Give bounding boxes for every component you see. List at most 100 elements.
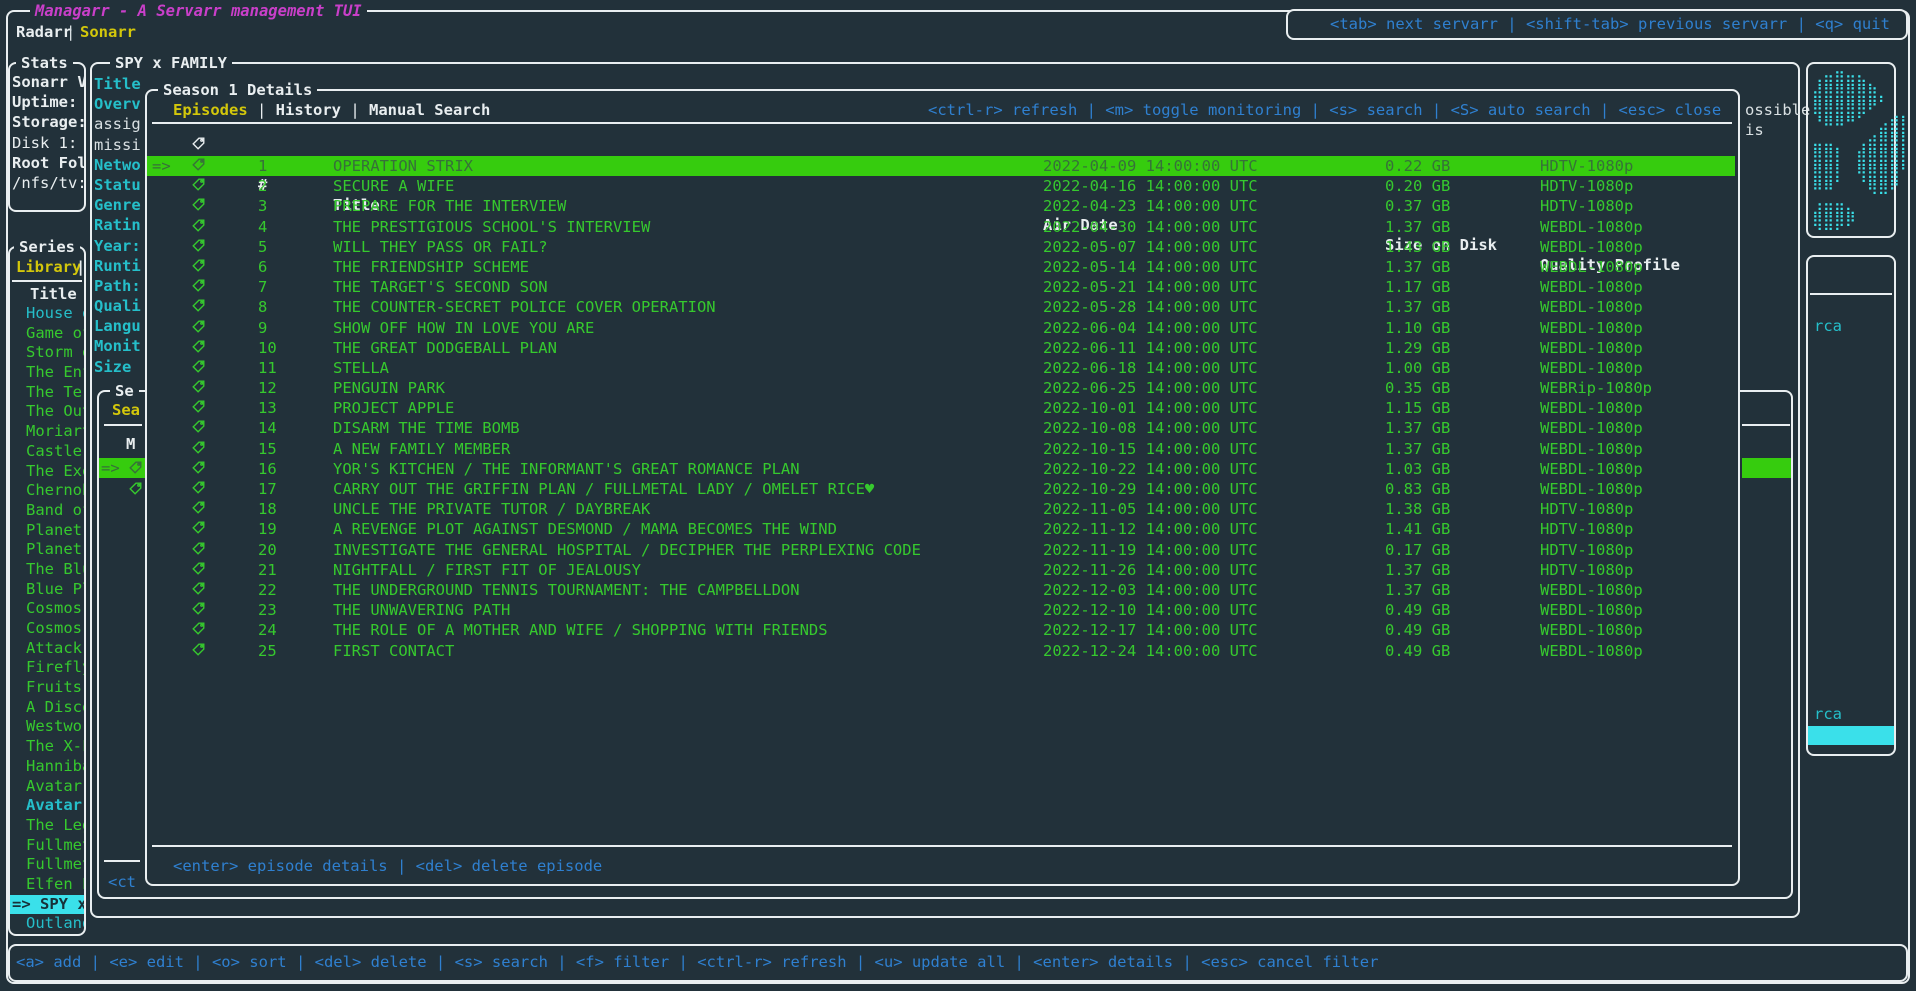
stats-line: Sonarr Ver <box>12 72 84 92</box>
series-list-item[interactable]: The Exo <box>10 462 84 482</box>
season-details-tab-fragment[interactable]: Sea <box>112 400 140 420</box>
series-list-item[interactable]: Elfen L <box>10 875 84 895</box>
episode-title: PROJECT APPLE <box>333 398 454 418</box>
right-list-selected-item[interactable] <box>1808 726 1894 745</box>
series-list-item[interactable]: => SPY x F <box>10 895 84 915</box>
tab-episodes[interactable]: Episodes <box>173 101 248 119</box>
series-list-item[interactable]: Avatar: <box>10 777 84 797</box>
episode-title: UNCLE THE PRIVATE TUTOR / DAYBREAK <box>333 499 650 519</box>
stats-line: Uptime: 17 <box>12 92 84 112</box>
episode-row[interactable]: 25FIRST CONTACT2022-12-24 14:00:00 UTC0.… <box>147 641 1735 661</box>
logo-art-line: ⣾⣿⣿⣿⣿⣿⡄⠀⠀ <box>1812 86 1911 102</box>
overview-fragment-2: is <box>1745 120 1764 140</box>
right-list-item-fragment-top[interactable]: rca <box>1814 316 1842 336</box>
tab-sonarr[interactable]: Sonarr <box>80 22 136 42</box>
series-tab-library[interactable]: Library <box>16 257 81 277</box>
right-list-item-fragment-bottom[interactable]: rca <box>1814 704 1842 724</box>
episode-title: YOR'S KITCHEN / THE INFORMANT'S GREAT RO… <box>333 459 800 479</box>
episode-row[interactable]: 5WILL THEY PASS OR FAIL?2022-05-07 14:00… <box>147 237 1735 257</box>
episode-row[interactable]: 13PROJECT APPLE2022-10-01 14:00:00 UTC1.… <box>147 398 1735 418</box>
episode-row[interactable]: 8THE COUNTER-SECRET POLICE COVER OPERATI… <box>147 297 1735 317</box>
monitored-tag-icon <box>192 219 205 239</box>
season-tab-separator-fragment-right <box>1742 424 1790 426</box>
tab-radarr[interactable]: Radarr <box>16 22 72 42</box>
episode-row[interactable]: =>1OPERATION STRIX2022-04-09 14:00:00 UT… <box>147 156 1735 176</box>
selected-season-row-left[interactable]: => <box>99 458 145 478</box>
series-list-item[interactable]: The Blu <box>10 560 84 580</box>
episode-number: 6 <box>258 257 267 277</box>
series-list-item[interactable]: The Leg <box>10 816 84 836</box>
episode-row[interactable]: 21NIGHTFALL / FIRST FIT OF JEALOUSY2022-… <box>147 560 1735 580</box>
series-list-item[interactable]: Fullmet <box>10 836 84 856</box>
episode-row[interactable]: 23THE UNWAVERING PATH2022-12-10 14:00:00… <box>147 600 1735 620</box>
series-list-item[interactable]: Fullmet <box>10 855 84 875</box>
episode-row[interactable]: 22THE UNDERGROUND TENNIS TOURNAMENT: THE… <box>147 580 1735 600</box>
series-list-item[interactable]: The Out <box>10 402 84 422</box>
episode-quality: WEBDL-1080p <box>1540 217 1643 237</box>
tab-history[interactable]: History <box>276 101 341 119</box>
series-list-item[interactable]: A Disco <box>10 698 84 718</box>
series-list-item[interactable]: House o <box>10 304 84 324</box>
series-list-item[interactable]: Moriart <box>10 422 84 442</box>
episode-row[interactable]: 14DISARM THE TIME BOMB2022-10-08 14:00:0… <box>147 418 1735 438</box>
series-list-item[interactable]: Planet <box>10 540 84 560</box>
episode-row[interactable]: 3PREPARE FOR THE INTERVIEW2022-04-23 14:… <box>147 196 1735 216</box>
series-list-item[interactable]: Avatar: <box>10 796 84 816</box>
series-list-item[interactable]: The Ter <box>10 383 84 403</box>
episode-quality: WEBDL-1080p <box>1540 439 1643 459</box>
episode-row[interactable]: 12PENGUIN PARK2022-06-25 14:00:00 UTC0.3… <box>147 378 1735 398</box>
episode-size: 1.29 GB <box>1385 338 1450 358</box>
episode-row[interactable]: 6THE FRIENDSHIP SCHEME2022-05-14 14:00:0… <box>147 257 1735 277</box>
episode-row[interactable]: 11STELLA2022-06-18 14:00:00 UTC1.00 GBWE… <box>147 358 1735 378</box>
series-list-item[interactable]: Hanniba <box>10 757 84 777</box>
episode-row[interactable]: 18UNCLE THE PRIVATE TUTOR / DAYBREAK2022… <box>147 499 1735 519</box>
episode-quality: WEBDL-1080p <box>1540 297 1643 317</box>
episode-row[interactable]: 16YOR'S KITCHEN / THE INFORMANT'S GREAT … <box>147 459 1735 479</box>
series-list-item[interactable]: Planet <box>10 521 84 541</box>
series-list-item[interactable]: Fruits <box>10 678 84 698</box>
episode-row[interactable]: 24THE ROLE OF A MOTHER AND WIFE / SHOPPI… <box>147 620 1735 640</box>
series-list-item[interactable]: Outland <box>10 914 84 934</box>
tab-manual-search[interactable]: Manual Search <box>369 101 490 119</box>
series-list-item[interactable]: Castle <box>10 442 84 462</box>
logo-art-line: ⣿⣿⡇⠀⢻⣿⣿⣿⠁ <box>1812 166 1911 182</box>
series-list-item[interactable]: The Enf <box>10 363 84 383</box>
episode-number: 21 <box>258 560 277 580</box>
monitored-tag-icon <box>192 420 205 440</box>
episode-row[interactable]: 2SECURE A WIFE2022-04-16 14:00:00 UTC0.2… <box>147 176 1735 196</box>
episode-quality: HDTV-1080p <box>1540 176 1633 196</box>
series-list-item[interactable]: Westwor <box>10 717 84 737</box>
episode-air-date: 2022-05-21 14:00:00 UTC <box>1043 277 1258 297</box>
episode-quality: WEBDL-1080p <box>1540 479 1643 499</box>
episode-row[interactable]: 19A REVENGE PLOT AGAINST DESMOND / MAMA … <box>147 519 1735 539</box>
episode-row[interactable]: 15A NEW FAMILY MEMBER2022-10-15 14:00:00… <box>147 439 1735 459</box>
series-list-item[interactable]: Band of <box>10 501 84 521</box>
episode-size: 0.37 GB <box>1385 196 1450 216</box>
series-list-item[interactable]: Game of <box>10 324 84 344</box>
logo-art-line: ⢠⣶⣿⣶⣦⡀⠀⠀⠀ <box>1812 70 1911 86</box>
series-list-item[interactable]: Firefly <box>10 658 84 678</box>
episode-row[interactable]: 9SHOW OFF HOW IN LOVE YOU ARE2022-06-04 … <box>147 318 1735 338</box>
series-list-item[interactable]: Cosmos <box>10 599 84 619</box>
episode-row[interactable]: 20INVESTIGATE THE GENERAL HOSPITAL / DEC… <box>147 540 1735 560</box>
episode-number: 22 <box>258 580 277 600</box>
episode-quality: WEBDL-1080p <box>1540 358 1643 378</box>
season-footer-separator-fragment <box>104 860 140 862</box>
episodes-popup-tabs: Episodes | History | Manual Search <box>173 100 490 120</box>
monitored-tag-icon <box>192 158 205 178</box>
series-list-item[interactable]: Cosmos <box>10 619 84 639</box>
series-list-item[interactable]: Blue Pl <box>10 580 84 600</box>
episode-row[interactable]: 17CARRY OUT THE GRIFFIN PLAN / FULLMETAL… <box>147 479 1735 499</box>
series-field-label: Statu <box>94 175 146 195</box>
episodes-popup-title: Season 1 Details <box>158 80 317 100</box>
episode-row[interactable]: 7THE TARGET'S SECOND SON2022-05-21 14:00… <box>147 277 1735 297</box>
episode-air-date: 2022-06-18 14:00:00 UTC <box>1043 358 1258 378</box>
series-list-item[interactable]: The X-F <box>10 737 84 757</box>
episode-row[interactable]: 4THE PRESTIGIOUS SCHOOL'S INTERVIEW2022-… <box>147 217 1735 237</box>
series-list-item[interactable]: Chernob <box>10 481 84 501</box>
series-list-item[interactable]: Attack <box>10 639 84 659</box>
stats-lines: Sonarr VerUptime: 17Storage:Disk 1: 80Ro… <box>12 72 84 193</box>
series-list-item[interactable]: Storm o <box>10 343 84 363</box>
episode-row[interactable]: 10THE GREAT DODGEBALL PLAN2022-06-11 14:… <box>147 338 1735 358</box>
episode-size: 1.03 GB <box>1385 459 1450 479</box>
